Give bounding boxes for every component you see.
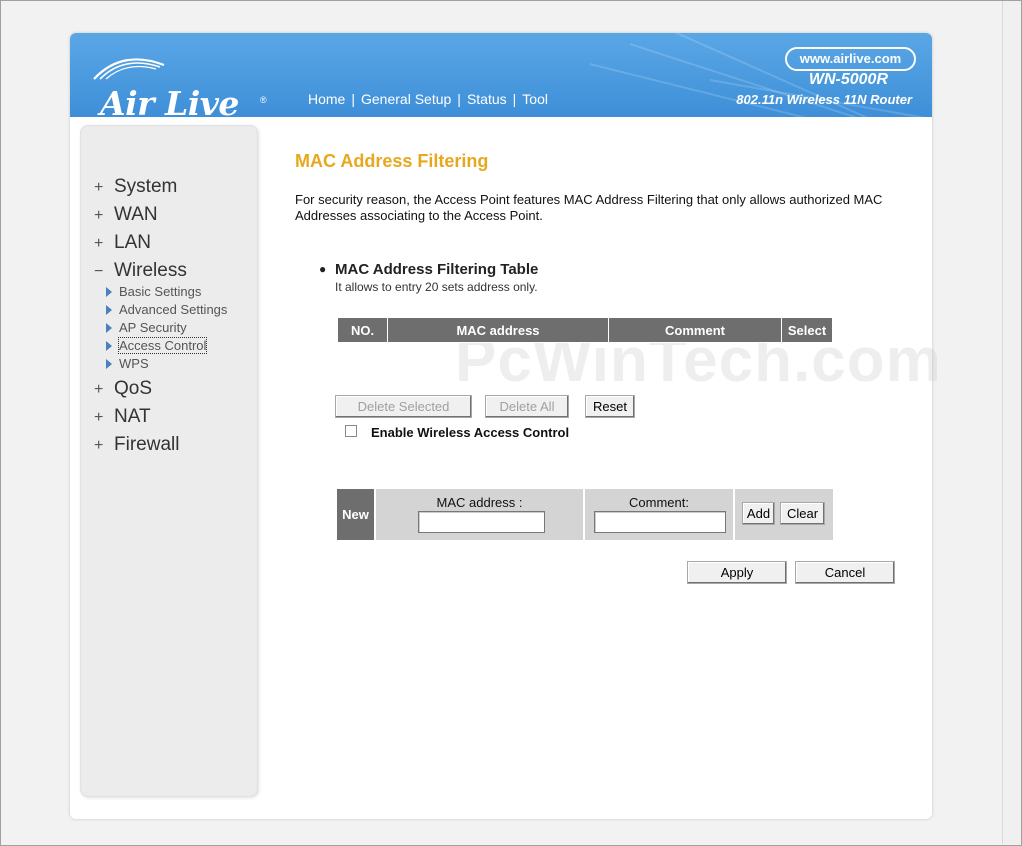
sidebar: + System + WAN + LAN − Wireless Basic Settin… (80, 125, 258, 797)
sidebar-item-label: NAT (114, 406, 151, 427)
column-header-comment: Comment (608, 317, 782, 343)
submenu-item-ap-security[interactable]: AP Security (106, 319, 227, 337)
nav-home[interactable]: Home (308, 91, 345, 107)
sidebar-item-label: Firewall (114, 434, 180, 455)
nav-separator: | (351, 91, 355, 107)
clear-button[interactable]: Clear (780, 502, 825, 525)
expand-icon: + (94, 437, 104, 454)
sidebar-item-qos[interactable]: + QoS (94, 375, 227, 403)
model-name: WN-5000R (808, 71, 888, 88)
sidebar-item-wan[interactable]: + WAN (94, 201, 227, 229)
expand-icon: + (94, 381, 104, 398)
nav-separator: | (512, 91, 517, 107)
page-description: For security reason, the Access Point fe… (295, 192, 883, 223)
cancel-button[interactable]: Cancel (795, 561, 895, 584)
sidebar-item-label: WAN (114, 204, 158, 225)
nav-separator: | (457, 91, 461, 107)
triangle-right-icon (106, 341, 112, 351)
expand-icon: + (94, 235, 104, 252)
submenu-item-label: Access Control (117, 337, 208, 354)
comment-label: Comment: (629, 495, 689, 510)
sidebar-item-firewall[interactable]: + Firewall (94, 431, 227, 459)
sidebar-item-label: QoS (114, 378, 153, 399)
section-heading: ● MAC Address Filtering Table (319, 261, 538, 278)
comment-input[interactable] (594, 511, 726, 533)
table-header-row: NO. MAC address Comment Select (337, 317, 833, 343)
reset-button[interactable]: Reset (585, 395, 635, 418)
sidebar-item-nat[interactable]: + NAT (94, 403, 227, 431)
nav-general-setup[interactable]: General Setup (361, 91, 451, 107)
header-banner: Air Live ® Home | General Setup | Status | Too… (70, 33, 932, 117)
mac-filter-table: NO. MAC address Comment Select (337, 317, 833, 343)
enable-access-control-checkbox[interactable] (345, 425, 357, 437)
sidebar-item-lan[interactable]: + LAN (94, 229, 227, 257)
section-title-text: MAC Address Filtering Table (335, 261, 539, 278)
mac-address-label: MAC address : (436, 495, 523, 510)
triangle-right-icon (106, 359, 112, 369)
filter-table-section: ● MAC Address Filtering Table It allows t… (319, 261, 538, 294)
nav-tool[interactable]: Tool (522, 91, 548, 107)
triangle-right-icon (106, 287, 112, 297)
mac-address-cell: MAC address : (376, 489, 583, 540)
airlive-logo[interactable]: Air Live ® (92, 51, 272, 117)
router-admin-panel: Air Live ® Home | General Setup | Status | Too… (70, 33, 941, 819)
column-header-mac-address: MAC address (387, 317, 609, 343)
website-url-badge[interactable]: www.airlive.com (785, 47, 916, 71)
enable-access-control-row: Enable Wireless Access Control (345, 425, 569, 440)
expand-icon: + (94, 179, 104, 196)
sidebar-item-label: Wireless (114, 260, 187, 281)
submenu-item-wps[interactable]: WPS (106, 355, 227, 373)
submenu-item-label: Advanced Settings (119, 302, 228, 317)
apply-button[interactable]: Apply (687, 561, 787, 584)
column-header-no: NO. (337, 317, 388, 343)
sidebar-item-system[interactable]: + System (94, 173, 227, 201)
top-navigation: Home | General Setup | Status | Tool (308, 91, 548, 107)
submenu-item-label: Basic Settings (119, 284, 202, 299)
expand-icon: + (94, 409, 104, 426)
delete-all-button[interactable]: Delete All (485, 395, 569, 418)
expand-icon: + (94, 207, 104, 224)
triangle-right-icon (106, 323, 112, 333)
collapse-icon: − (94, 263, 104, 280)
sidebar-item-label: LAN (114, 232, 151, 253)
logo-swoosh-icon (93, 58, 165, 80)
submenu-item-label: AP Security (119, 320, 187, 335)
actions-cell: Add Clear (735, 489, 833, 540)
comment-cell: Comment: (585, 489, 733, 540)
bullet-icon: ● (319, 262, 327, 276)
new-entry-label: New (337, 489, 374, 540)
nav-status[interactable]: Status (467, 91, 507, 107)
triangle-right-icon (106, 305, 112, 315)
column-header-select: Select (781, 317, 833, 343)
mac-address-input[interactable] (418, 511, 545, 533)
add-button[interactable]: Add (742, 502, 775, 525)
submenu-item-advanced-settings[interactable]: Advanced Settings (106, 301, 227, 319)
submenu-item-basic-settings[interactable]: Basic Settings (106, 283, 227, 301)
brand-name: Air Live (100, 84, 239, 118)
wireless-submenu: Basic Settings Advanced Settings AP Secu… (94, 283, 227, 373)
submenu-item-access-control[interactable]: Access Control (106, 337, 227, 355)
submenu-item-label: WPS (119, 356, 149, 371)
sidebar-item-wireless[interactable]: − Wireless (94, 257, 227, 285)
registered-mark: ® (260, 95, 267, 105)
page-title: MAC Address Filtering (295, 151, 489, 171)
enable-access-control-label: Enable Wireless Access Control (371, 425, 570, 440)
delete-selected-button[interactable]: Delete Selected (335, 395, 472, 418)
section-note: It allows to entry 20 sets address only. (335, 280, 538, 294)
vertical-scrollbar[interactable] (1002, 1, 1021, 844)
model-description: 802.11n Wireless 11N Router (736, 92, 912, 107)
sidebar-menu: + System + WAN + LAN − Wireless Basic Settin… (94, 173, 227, 459)
sidebar-item-label: System (114, 176, 178, 197)
